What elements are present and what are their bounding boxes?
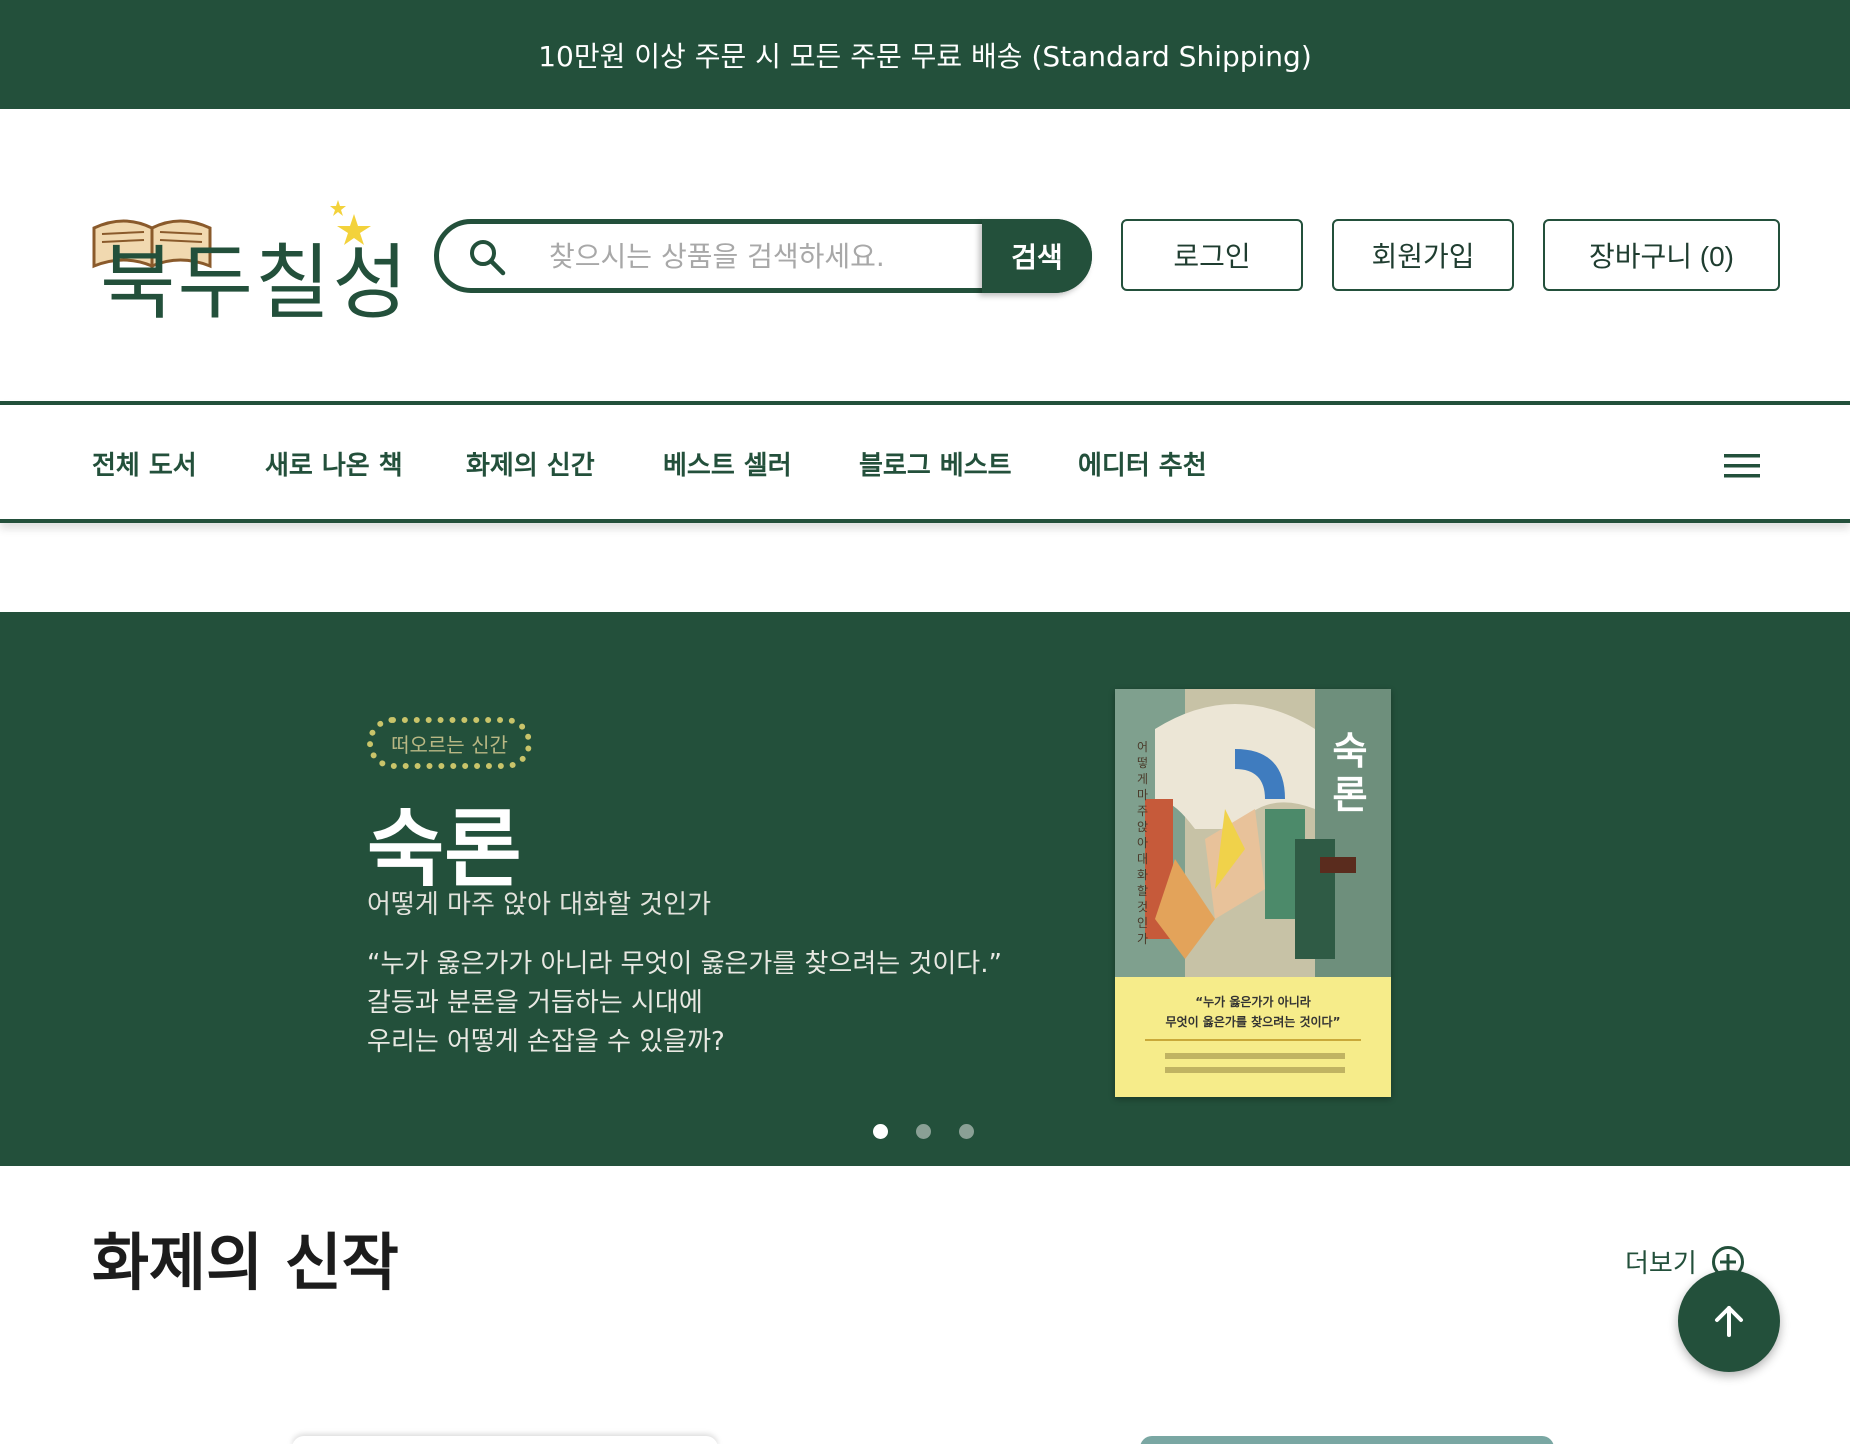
site-header: 북두칠성 검색 로그인 회원가입 장바구니 (0)	[0, 109, 1850, 401]
cover-band-fineprint	[1165, 1053, 1345, 1059]
nav-item-all-books[interactable]: 전체 도서	[92, 445, 197, 482]
cover-band-divider	[1145, 1039, 1361, 1041]
search-input[interactable]	[549, 232, 949, 280]
cart-button[interactable]: 장바구니 (0)	[1543, 219, 1780, 291]
nav-item-hot-new[interactable]: 화제의 신간	[466, 445, 595, 482]
carousel-dot-1[interactable]	[873, 1124, 888, 1139]
nav-item-bestseller[interactable]: 베스트 셀러	[663, 445, 792, 482]
cover-band-fineprint	[1165, 1067, 1345, 1073]
hero-quote: “누가 옳은가가 아니라 무엇이 옳은가를 찾으려는 것이다.” 갈등과 분론을…	[367, 945, 1002, 1062]
site-logo[interactable]: 북두칠성	[92, 194, 408, 331]
main-nav: 전체 도서 새로 나온 책 화제의 신간 베스트 셀러 블로그 베스트 에디터 …	[0, 401, 1850, 523]
hero-carousel[interactable]: 떠오르는 신간 숙론 어떻게 마주 앉아 대화할 것인가 “누가 옳은가가 아니…	[0, 612, 1850, 1166]
search-icon[interactable]	[467, 237, 507, 277]
announcement-bar: 10만원 이상 주문 시 모든 주문 무료 배송 (Standard Shipp…	[0, 0, 1850, 109]
book-card[interactable]	[292, 1436, 718, 1444]
section-title: 화제의 신작	[92, 1226, 399, 1299]
book-card[interactable]	[1140, 1436, 1554, 1444]
logo-text: 북두칠성	[100, 236, 410, 331]
hamburger-icon[interactable]	[1724, 452, 1760, 480]
arrow-up-icon	[1715, 1306, 1743, 1337]
cover-band-line: 무엇이 옳은가를 찾으려는 것이다”	[1165, 1015, 1341, 1029]
hero-quote-line: 우리는 어떻게 손잡을 수 있을까?	[367, 1027, 725, 1057]
nav-item-editor-pick[interactable]: 에디터 추천	[1078, 445, 1207, 482]
nav-item-new-books[interactable]: 새로 나온 책	[265, 445, 403, 482]
scroll-top-button[interactable]	[1678, 1270, 1780, 1372]
search-button[interactable]: 검색	[982, 219, 1092, 293]
nav-item-blog-best[interactable]: 블로그 베스트	[859, 445, 1012, 482]
cover-vertical-text: 어떻게 마주 앉아 대화할 것인가	[1137, 740, 1149, 946]
signup-button[interactable]: 회원가입	[1332, 219, 1514, 291]
login-button[interactable]: 로그인	[1121, 219, 1303, 291]
hero-quote-line: “누가 옳은가가 아니라 무엇이 옳은가를 찾으려는 것이다.”	[367, 949, 1002, 979]
announcement-text: 10만원 이상 주문 시 모든 주문 무료 배송 (Standard Shipp…	[538, 39, 1312, 73]
hero-subtitle: 어떻게 마주 앉아 대화할 것인가	[367, 890, 712, 920]
carousel-pagination	[873, 1124, 974, 1140]
cover-band-line: “누가 옳은가가 아니라	[1195, 995, 1311, 1009]
hero-quote-line: 갈등과 분론을 거듭하는 시대에	[367, 988, 703, 1018]
carousel-dot-3[interactable]	[959, 1124, 974, 1139]
carousel-dot-2[interactable]	[916, 1124, 931, 1139]
hero-tag-badge: 떠오르는 신간	[367, 717, 532, 769]
book-cover[interactable]: 숙론 어떻게 마주 앉아 대화할 것인가 “누가 옳은가가 아니라 무엇이 옳은…	[1115, 689, 1391, 1097]
cover-band: “누가 옳은가가 아니라 무엇이 옳은가를 찾으려는 것이다”	[1115, 977, 1391, 1097]
more-label: 더보기	[1625, 1249, 1697, 1279]
cover-title: 숙론	[1332, 729, 1368, 817]
